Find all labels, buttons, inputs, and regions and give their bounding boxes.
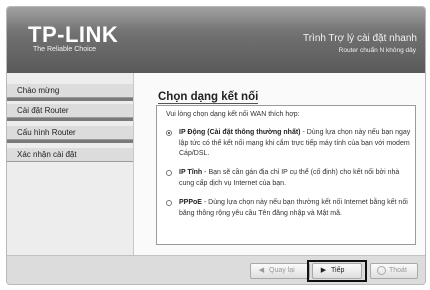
option-name: IP Tĩnh: [179, 169, 203, 176]
next-arrow-icon: ▶: [320, 267, 327, 274]
connection-type-panel: Vui lòng chọn dạng kết nối WAN thích hợp…: [156, 105, 416, 245]
sidebar-divider: [7, 98, 133, 101]
main-content: Chọn dạng kết nối Vui lòng chọn dạng kết…: [134, 73, 425, 255]
step-sidebar: Chào mừng Cài đặt Router Cấu hình Router…: [7, 73, 134, 255]
option-pppoe[interactable]: PPPoE - Dùng lựa chọn này nếu bạn thường…: [166, 198, 411, 219]
sidebar-divider: [7, 118, 133, 121]
option-name: IP Động (Cài đặt thông thường nhất): [179, 129, 301, 136]
title-underline: [158, 103, 258, 104]
option-dynamic-ip[interactable]: IP Động (Cài đặt thông thường nhất) - Dù…: [166, 128, 411, 160]
sidebar-divider: [7, 140, 133, 143]
setup-wizard-window: TP-LINK The Reliable Choice Trình Trợ lý…: [6, 6, 426, 285]
back-button[interactable]: ◀ Quay lại: [250, 263, 310, 279]
sidebar-item-label: Cài đặt Router: [17, 106, 69, 115]
sidebar-item-router-config: Cấu hình Router: [7, 126, 133, 143]
tp-link-logo: TP-LINK: [28, 22, 119, 47]
exit-icon: [377, 266, 386, 275]
logo-tagline: The Reliable Choice: [33, 46, 97, 53]
option-name: PPPoE: [179, 199, 202, 206]
panel-intro-text: Vui lòng chọn dạng kết nối WAN thích hợp…: [166, 111, 300, 118]
sidebar-item-label: Xác nhận cài đặt: [17, 150, 77, 159]
sidebar-item-label: Cấu hình Router: [17, 128, 76, 137]
sidebar-item-router-setup: Cài đặt Router: [7, 104, 133, 121]
option-description: - Dùng lựa chọn này nếu bạn thường kết n…: [179, 199, 408, 217]
radio-pppoe[interactable]: [166, 200, 172, 206]
sidebar-item-confirm: Xác nhận cài đặt: [7, 148, 133, 162]
wizard-title: Trình Trợ lý cài đặt nhanh: [302, 33, 417, 44]
radio-dynamic-ip[interactable]: [166, 130, 172, 136]
option-description: - Bạn sẽ cần gán địa chỉ IP cụ thể (cố đ…: [179, 169, 400, 187]
next-button[interactable]: ▶ Tiếp: [312, 263, 362, 279]
header-banner: TP-LINK The Reliable Choice Trình Trợ lý…: [7, 7, 425, 73]
back-button-label: Quay lại: [269, 267, 295, 274]
option-static-ip[interactable]: IP Tĩnh - Bạn sẽ cần gán địa chỉ IP cụ t…: [166, 168, 411, 189]
sidebar-item-welcome: Chào mừng: [7, 84, 133, 101]
wizard-subtitle: Router chuẩn N không dây: [338, 47, 416, 54]
exit-button-label: Thoát: [389, 267, 407, 274]
back-arrow-icon: ◀: [258, 267, 265, 274]
exit-button[interactable]: Thoát: [370, 263, 418, 279]
next-button-label: Tiếp: [331, 267, 345, 274]
radio-static-ip[interactable]: [166, 170, 172, 176]
page-title: Chọn dạng kết nối: [158, 91, 259, 103]
sidebar-item-label: Chào mừng: [17, 86, 60, 95]
